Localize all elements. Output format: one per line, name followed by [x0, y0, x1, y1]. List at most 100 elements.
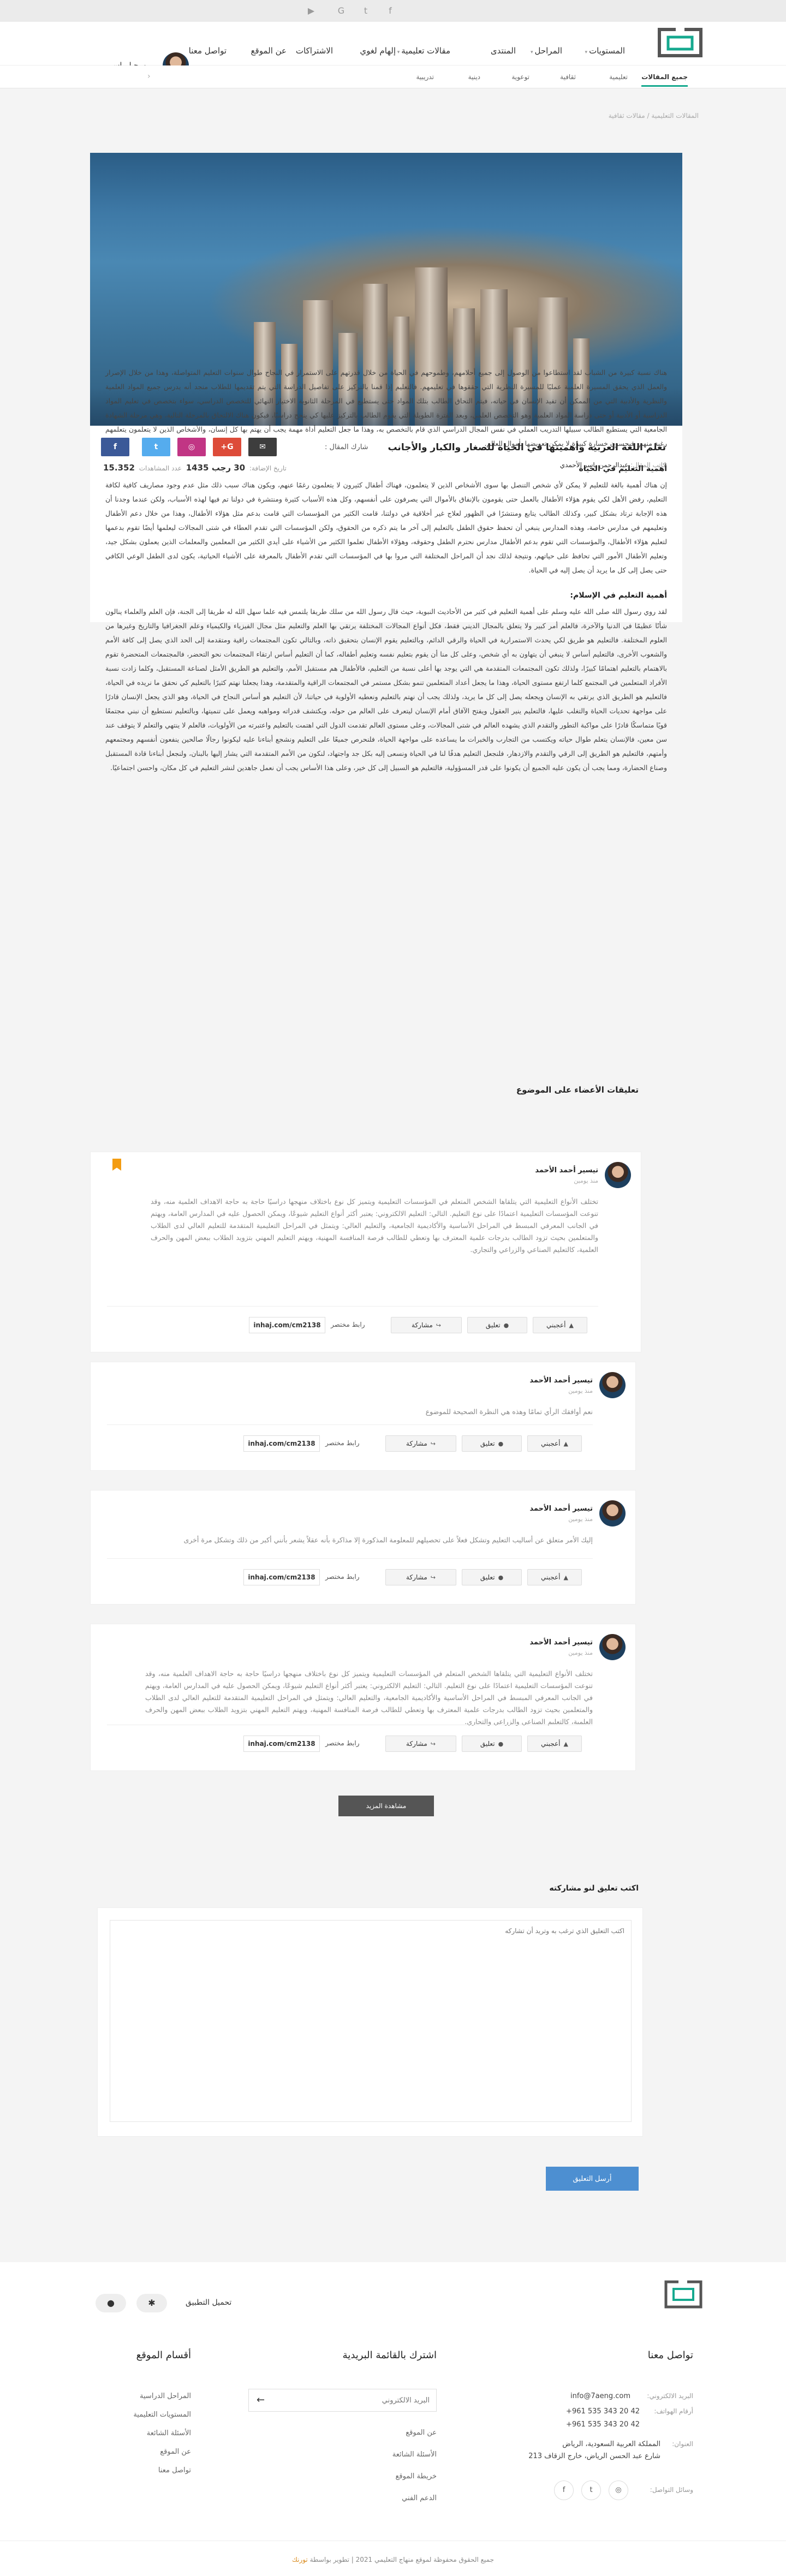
youtube-icon[interactable]: ▶	[306, 5, 317, 16]
chevron-down-icon: ▾	[530, 50, 533, 55]
android-icon[interactable]: ✱	[136, 2294, 167, 2312]
copyright: جميع الحقوق محفوظة لموقع منهاج التعليمي …	[291, 2556, 495, 2563]
thumbs-up-icon: ▲	[563, 1440, 568, 1447]
divider	[107, 1306, 598, 1307]
nav-item-label: عن الموقع	[251, 46, 287, 56]
thumbs-up-icon: ▲	[569, 1322, 574, 1329]
comment-textarea[interactable]	[110, 1920, 632, 2122]
twitter-icon[interactable]: t	[360, 5, 371, 16]
avatar[interactable]	[599, 1634, 626, 1660]
like-button[interactable]: ▲أعجبني	[527, 1435, 582, 1452]
share-button[interactable]: ↪مشاركة	[385, 1435, 456, 1452]
short-link[interactable]: inhaj.com/cm2138	[243, 1569, 320, 1585]
like-button[interactable]: ▲أعجبني	[533, 1317, 587, 1333]
commenter-name[interactable]: تيسير أحمد الأحمد	[529, 1638, 593, 1647]
arrow-left-icon[interactable]: ←	[257, 2394, 265, 2406]
commenter-name[interactable]: تيسير أحمد الأحمد	[535, 1166, 598, 1174]
footer-link[interactable]: الأسئلة الشائعة	[147, 2429, 191, 2437]
nav-item[interactable]: الاشتراكات	[296, 44, 333, 58]
tab-category[interactable]: ثقافية	[560, 73, 576, 81]
short-link[interactable]: inhaj.com/cm2138	[243, 1736, 320, 1752]
footer-link[interactable]: تواصل معنا	[158, 2466, 191, 2474]
app-download-label: تحميل التطبيق	[186, 2298, 232, 2307]
footer-link[interactable]: الأسئلة الشائعة	[392, 2450, 437, 2459]
tab-category[interactable]: تعليمية	[609, 73, 628, 81]
commenter-name[interactable]: تيسير أحمد الأحمد	[529, 1376, 593, 1385]
reply-button[interactable]: ●تعليق	[467, 1317, 527, 1333]
article-categories-bar: جميع المقالات تعليمية ثقافية توعوية دينية تدر…	[0, 65, 786, 88]
write-comment-card	[97, 1907, 643, 2137]
nav-item-label: إلهام لغوي	[360, 46, 396, 56]
tab-category[interactable]: جميع المقالات	[641, 73, 688, 87]
share-icon: ↪	[430, 1574, 436, 1581]
nav-item[interactable]: المستويات▾	[585, 44, 625, 58]
commenter-name[interactable]: تيسير أحمد الأحمد	[529, 1505, 593, 1513]
bookmark-icon[interactable]	[112, 1159, 121, 1171]
share-button[interactable]: ↪مشاركة	[385, 1736, 456, 1752]
nav-item[interactable]: مقالات تعليمية▾	[397, 44, 450, 58]
share-icon: ↪	[430, 1740, 436, 1748]
contact-email[interactable]: info@7aeng.com	[570, 2392, 630, 2400]
nav-item[interactable]: إلهام لغوي	[360, 44, 396, 58]
comment-text: نعم أوافقك الرأي تمامًا وهذه هي النظرة ا…	[425, 1408, 593, 1416]
share-icon: ↪	[436, 1322, 441, 1329]
contact-address: شارع عبد الحسن الرياض، خارج الزقاف 213	[528, 2452, 660, 2460]
contact-phone[interactable]: +961 535 343 20 42	[566, 2407, 640, 2416]
footer-link[interactable]: الدعم الفني	[402, 2494, 437, 2502]
reply-button[interactable]: ●تعليق	[462, 1435, 522, 1452]
tab-category[interactable]: توعوية	[511, 73, 529, 81]
footer-link[interactable]: المراحل الدراسية	[140, 2392, 191, 2400]
footer-link[interactable]: المستويات التعليمية	[133, 2411, 191, 2419]
newsletter-email-input[interactable]	[283, 2389, 436, 2411]
avatar[interactable]	[599, 1372, 626, 1398]
comment-icon: ●	[498, 1440, 504, 1447]
share-button[interactable]: ↪مشاركة	[385, 1569, 456, 1585]
chevron-left-icon[interactable]: ‹	[147, 72, 151, 81]
nav-item[interactable]: المراحل▾	[531, 44, 562, 58]
tab-category[interactable]: تدريبية	[416, 73, 434, 81]
comments-heading: تعليقات الأعضاء على الموضوع	[516, 1085, 639, 1095]
section-text: لقد روي رسول الله صلى الله عليه وسلم على…	[105, 607, 667, 772]
comment-card: تيسير أحمد الأحمد منذ يومين تختلف الأنواع …	[90, 1152, 641, 1352]
site-logo[interactable]	[656, 26, 704, 61]
facebook-icon[interactable]: f	[554, 2480, 574, 2500]
share-button[interactable]: ↪مشاركة	[391, 1317, 462, 1333]
like-button[interactable]: ▲أعجبني	[527, 1736, 582, 1752]
nav-item[interactable]: تواصل معنا	[189, 44, 227, 58]
twitter-icon[interactable]: t	[581, 2480, 601, 2500]
footer-link[interactable]: خريطة الموقع	[395, 2472, 437, 2480]
avatar[interactable]	[605, 1162, 631, 1188]
breadcrumb-item[interactable]: المقالات التعليمية	[651, 112, 699, 120]
breadcrumb-item[interactable]: مقالات ثقافية	[609, 112, 645, 120]
google-plus-icon[interactable]: G	[336, 5, 347, 16]
nav-item-label: تواصل معنا	[188, 46, 227, 56]
like-button[interactable]: ▲أعجبني	[527, 1569, 582, 1585]
short-link[interactable]: inhaj.com/cm2138	[243, 1435, 320, 1452]
thumbs-up-icon: ▲	[563, 1574, 568, 1581]
write-comment-heading: اكتب تعليق لنو مشاركته	[549, 1884, 639, 1893]
footer-logo[interactable]	[663, 2279, 704, 2322]
comment-icon: ●	[498, 1574, 504, 1581]
load-more-button[interactable]: مشاهدة المزيد	[338, 1796, 434, 1816]
developer-link[interactable]: تورنك	[292, 2556, 308, 2563]
reply-button[interactable]: ●تعليق	[462, 1736, 522, 1752]
newsletter-field: ←	[248, 2389, 437, 2412]
comment-date: منذ يومين	[568, 1516, 593, 1523]
tab-category[interactable]: دينية	[468, 73, 480, 81]
nav-item[interactable]: عن الموقع	[251, 44, 287, 58]
site-footer: تحميل التطبيق ✱ ● تواصل معنا البريد الال…	[0, 2262, 786, 2576]
footer-link[interactable]: عن الموقع	[160, 2448, 191, 2456]
nav-item[interactable]: المنتدى	[491, 44, 516, 58]
instagram-icon[interactable]: ◎	[609, 2480, 628, 2500]
facebook-icon[interactable]: f	[385, 5, 396, 16]
nav-item-label: الاشتراكات	[295, 46, 333, 56]
comment-icon: ●	[503, 1322, 509, 1329]
footer-link[interactable]: عن الموقع	[406, 2429, 437, 2437]
reply-button[interactable]: ●تعليق	[462, 1569, 522, 1585]
short-link[interactable]: inhaj.com/cm2138	[249, 1317, 325, 1333]
send-comment-button[interactable]: أرسل التعليق	[546, 2167, 639, 2191]
avatar[interactable]	[599, 1500, 626, 1526]
apple-icon[interactable]: ●	[96, 2294, 126, 2312]
contact-phone[interactable]: +961 535 343 20 42	[566, 2420, 640, 2429]
comment-date: منذ يومين	[568, 1649, 593, 1656]
